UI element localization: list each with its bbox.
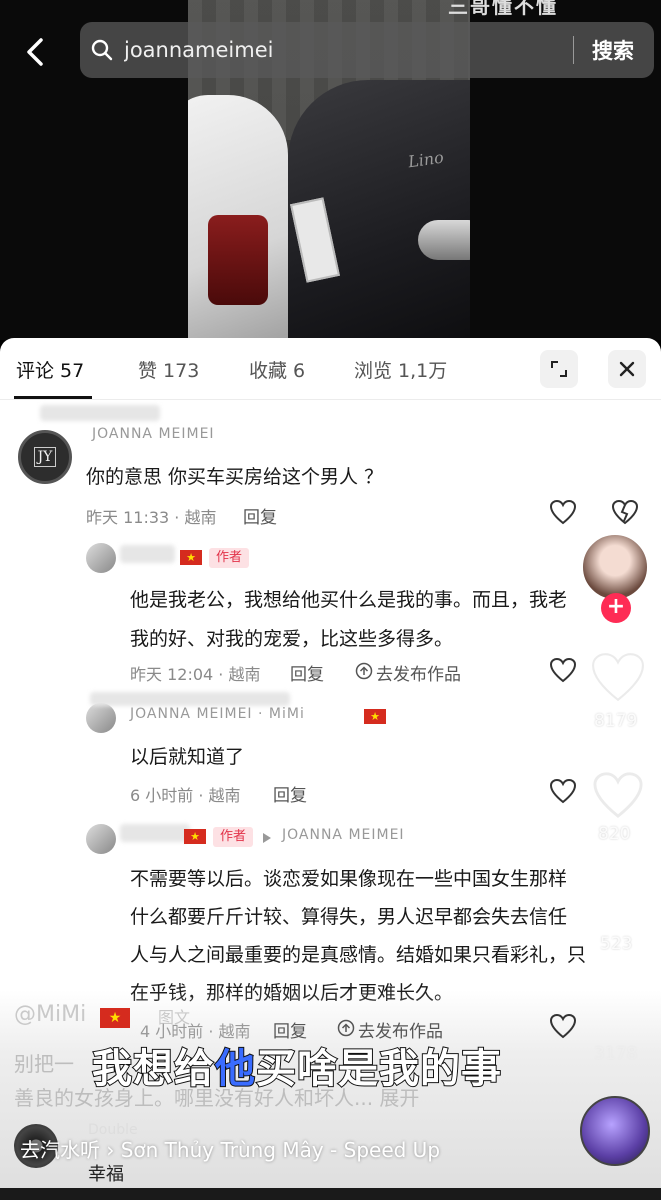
comment-icon[interactable] (590, 770, 646, 820)
music-sub-bottom: 幸福 (88, 1164, 124, 1185)
tab-underline (14, 396, 92, 399)
comment-count: 820 (598, 824, 631, 844)
expand-button[interactable] (540, 350, 578, 388)
comment-text: 以后就知道了 (130, 746, 245, 768)
search-button[interactable]: 搜索 (592, 35, 634, 65)
close-button[interactable] (608, 350, 646, 388)
blurred-name (120, 824, 190, 842)
save-count: 523 (600, 934, 633, 954)
blurred-name (40, 405, 160, 421)
vietnam-flag-icon: ★ (180, 550, 202, 565)
author-badge: 作者 (213, 827, 254, 847)
vietnam-flag-icon: ★ (184, 829, 206, 844)
like-heart-icon[interactable] (549, 778, 577, 804)
bottom-nav-strip (0, 1188, 661, 1200)
like-heart-icon[interactable] (549, 499, 577, 525)
commenter-avatar[interactable]: JY (18, 430, 72, 484)
reply-button[interactable]: 回复 (243, 503, 277, 528)
like-heart-icon[interactable] (549, 657, 577, 683)
back-button[interactable] (18, 32, 52, 72)
car-writing: Lino (406, 147, 445, 172)
like-heart-icon[interactable] (549, 1013, 577, 1039)
dark-car: Lino (288, 80, 470, 340)
comment-meta: 昨天 12:04 · 越南 (130, 665, 261, 684)
panel-tabs: 评论 57 赞 173 收藏 6 浏览 1,1万 (0, 338, 661, 400)
comment-meta: 6 小时前 · 越南 (130, 786, 241, 805)
tab-views[interactable]: 浏览 1,1万 (354, 356, 447, 383)
caption-part: 买啥是我的事 (255, 1045, 502, 1093)
headlight (418, 220, 470, 260)
vietnam-flag-icon: ★ (364, 709, 386, 724)
reply-button[interactable]: 回复 (273, 781, 307, 806)
tab-comments[interactable]: 评论 57 (16, 356, 84, 383)
publish-work-link[interactable]: 去发布作品 (376, 660, 461, 685)
comment-meta: 昨天 11:33 · 越南 (86, 508, 217, 527)
license-plate (290, 197, 340, 283)
like-icon[interactable] (588, 650, 648, 704)
author-avatar[interactable] (86, 543, 116, 573)
author-handle[interactable]: @MiMi (14, 1002, 86, 1027)
comment-text-line1: 他是我老公，我想给他买什么是我的事。而且，我老 (130, 589, 568, 611)
top-title: 三哥懂不懂 (448, 0, 558, 18)
caption-part: 我想给 (91, 1045, 215, 1093)
blurred-name (120, 545, 175, 563)
reply-to-name[interactable]: JOANNA MEIMEI (282, 827, 405, 843)
chevron-left-icon (27, 38, 43, 66)
dislike-heart-icon[interactable] (611, 499, 639, 525)
author-avatar[interactable] (86, 824, 116, 854)
commenter-avatar[interactable] (86, 703, 116, 733)
comment-text-line1: 不需要等以后。谈恋爱如果像现在一些中国女生那样 (130, 868, 568, 890)
caption-highlight: 他 (214, 1045, 256, 1093)
white-car (188, 95, 288, 340)
vietnam-flag-icon: ★ (100, 1008, 130, 1028)
star-icon[interactable] (592, 880, 644, 930)
blurred-name (90, 692, 290, 706)
commenter-name[interactable]: JOANNA MEIMEI · MiMi (130, 706, 305, 722)
follow-button[interactable]: + (601, 593, 631, 623)
video-caption: 我想给他买啥是我的事 (91, 1036, 502, 1094)
like-count: 8179 (594, 711, 638, 731)
tab-likes[interactable]: 赞 173 (138, 356, 199, 383)
search-input[interactable] (124, 22, 573, 78)
description-line1: 别把一 (14, 1052, 74, 1076)
tail-light (208, 215, 268, 305)
upload-icon[interactable] (355, 662, 373, 680)
comment-text: 你的意思 你买车买房给这个男人 ？ (86, 466, 384, 488)
upload-icon[interactable] (337, 1019, 355, 1037)
author-badge: 作者 (209, 548, 250, 568)
close-icon (619, 361, 635, 377)
search-icon (80, 22, 124, 78)
commenter-name[interactable]: JOANNA MEIMEI (92, 426, 215, 442)
music-title[interactable]: 去汽水听 › Sơn Thủy Trùng Mây - Speed Up (20, 1134, 440, 1163)
reply-arrow-icon (263, 833, 271, 843)
comment-text-line2: 什么都要斤斤计较、算得失，男人迟早都会失去信任 (130, 906, 568, 928)
music-cover-avatar[interactable] (580, 1096, 650, 1166)
creator-avatar[interactable] (581, 533, 649, 601)
comment-text-line3: 人与人之间最重要的是真感情。结婚如果只看彩礼，只 (130, 944, 587, 966)
tab-favorites[interactable]: 收藏 6 (249, 356, 305, 383)
search-bar[interactable]: 搜索 (80, 22, 654, 78)
reply-button[interactable]: 回复 (290, 660, 324, 685)
comment-text-line2: 我的好、对我的宠爱，比这些多得多。 (130, 628, 454, 650)
expand-icon (551, 361, 567, 377)
search-divider (573, 36, 574, 64)
avatar-initials: JY (33, 447, 57, 467)
